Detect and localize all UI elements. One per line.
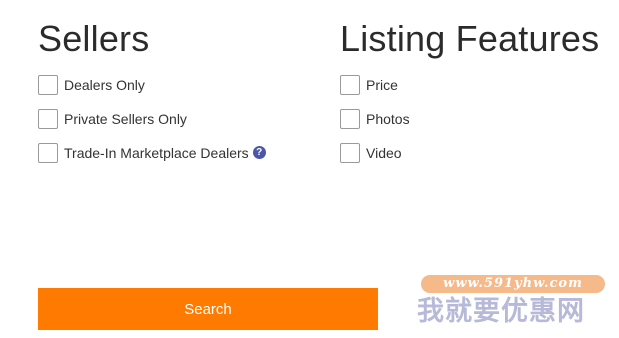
filter-panel: Sellers Dealers Only Private Sellers Onl… <box>0 0 619 338</box>
listing-features-section: Listing Features Price Photos Video <box>340 18 599 176</box>
watermark: www.591yhw.com 我就要优惠网 <box>415 273 610 331</box>
price-checkbox[interactable] <box>340 75 360 95</box>
private-sellers-only-label[interactable]: Private Sellers Only <box>64 111 187 127</box>
watermark-text: 我就要优惠网 <box>417 296 585 327</box>
video-checkbox[interactable] <box>340 143 360 163</box>
option-trade-in-marketplace-dealers[interactable]: Trade-In Marketplace Dealers ? <box>38 142 266 164</box>
option-price[interactable]: Price <box>340 74 599 96</box>
listing-features-heading: Listing Features <box>340 18 600 59</box>
sellers-section: Sellers Dealers Only Private Sellers Onl… <box>38 18 266 176</box>
video-label[interactable]: Video <box>366 145 402 161</box>
dealers-only-label[interactable]: Dealers Only <box>64 77 145 93</box>
option-video[interactable]: Video <box>340 142 599 164</box>
trade-in-marketplace-dealers-checkbox[interactable] <box>38 143 58 163</box>
option-photos[interactable]: Photos <box>340 108 599 130</box>
sellers-options: Dealers Only Private Sellers Only Trade-… <box>38 74 266 164</box>
photos-label[interactable]: Photos <box>366 111 410 127</box>
price-label[interactable]: Price <box>366 77 398 93</box>
dealers-only-checkbox[interactable] <box>38 75 58 95</box>
private-sellers-only-checkbox[interactable] <box>38 109 58 129</box>
photos-checkbox[interactable] <box>340 109 360 129</box>
question-circle-icon[interactable]: ? <box>252 145 266 159</box>
listing-features-options: Price Photos Video <box>340 74 599 164</box>
watermark-url: www.591yhw.com <box>421 275 605 293</box>
option-dealers-only[interactable]: Dealers Only <box>38 74 266 96</box>
option-private-sellers-only[interactable]: Private Sellers Only <box>38 108 266 130</box>
search-button[interactable]: Search <box>38 288 378 330</box>
sellers-heading: Sellers <box>38 18 150 59</box>
trade-in-marketplace-dealers-label[interactable]: Trade-In Marketplace Dealers <box>64 145 249 161</box>
